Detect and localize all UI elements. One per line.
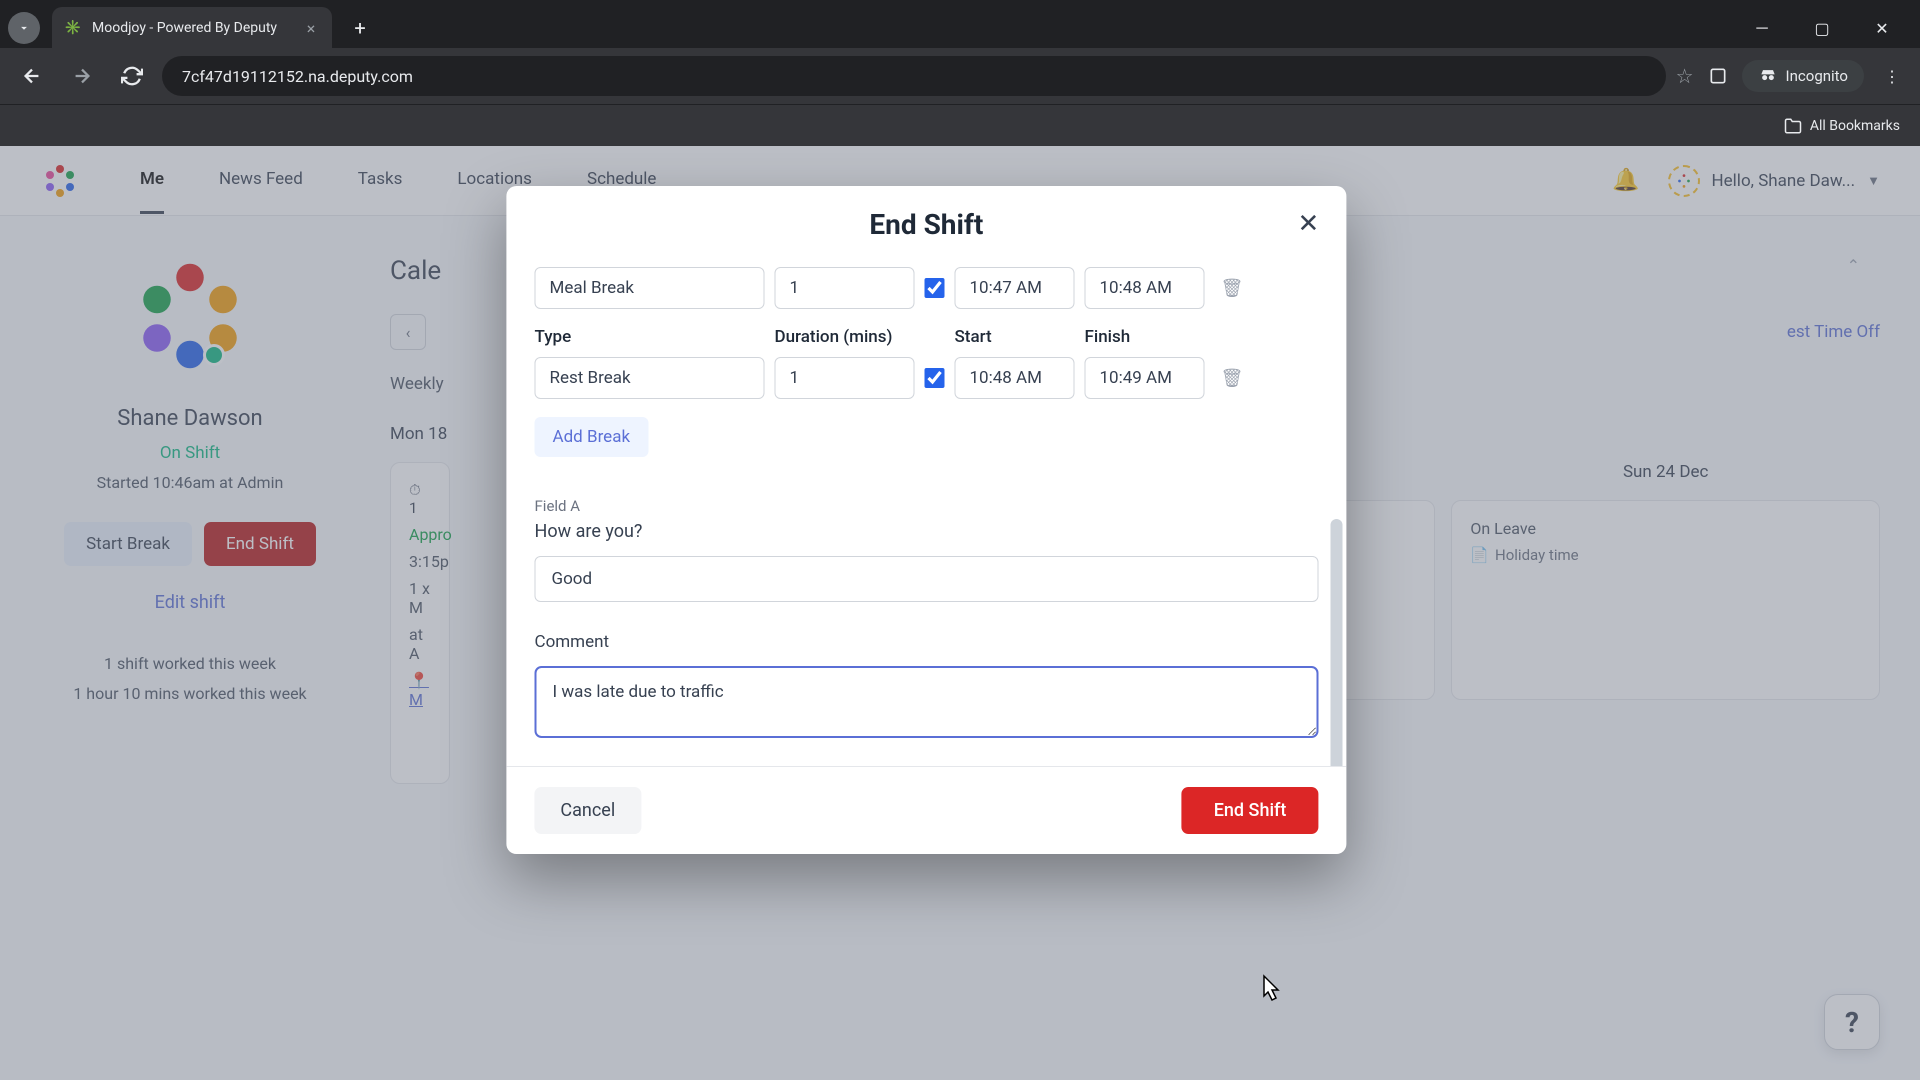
all-bookmarks-button[interactable]: All Bookmarks	[1784, 117, 1900, 135]
folder-icon	[1784, 117, 1802, 135]
reload-button[interactable]	[112, 56, 152, 96]
browser-tab[interactable]: ✳️ Moodjoy - Powered By Deputy ×	[52, 7, 332, 49]
comment-textarea[interactable]	[534, 666, 1318, 738]
break2-checkbox[interactable]	[924, 368, 944, 388]
break1-delete-icon[interactable]: 🗑	[1214, 278, 1249, 299]
break1-duration-input[interactable]	[774, 267, 914, 309]
url-text: 7cf47d19112152.na.deputy.com	[182, 67, 413, 86]
header-duration: Duration (mins)	[774, 327, 944, 347]
tab-close-icon[interactable]: ×	[302, 19, 320, 37]
end-shift-modal: End Shift ✕ 🗑 Type Duration (mins) Start…	[506, 186, 1346, 854]
incognito-label: Incognito	[1786, 67, 1848, 85]
end-shift-confirm-button[interactable]: End Shift	[1182, 787, 1319, 834]
tab-title: Moodjoy - Powered By Deputy	[92, 20, 292, 36]
break1-start-input[interactable]	[954, 267, 1074, 309]
new-tab-button[interactable]: +	[344, 12, 376, 44]
tab-favicon: ✳️	[64, 19, 82, 37]
add-break-button[interactable]: Add Break	[534, 417, 648, 457]
field-a-label: Field A	[534, 497, 1318, 515]
break2-duration-input[interactable]	[774, 357, 914, 399]
window-close[interactable]: ✕	[1852, 8, 1912, 48]
break2-start-input[interactable]	[954, 357, 1074, 399]
break1-checkbox[interactable]	[924, 278, 944, 298]
header-finish: Finish	[1084, 327, 1204, 347]
header-type: Type	[534, 327, 764, 347]
cancel-button[interactable]: Cancel	[534, 787, 641, 834]
modal-close-button[interactable]: ✕	[1292, 208, 1324, 240]
field-a-input[interactable]	[534, 556, 1318, 602]
modal-scrollbar[interactable]	[1330, 519, 1342, 766]
incognito-icon	[1758, 66, 1778, 86]
forward-button[interactable]	[62, 56, 102, 96]
window-minimize[interactable]: ─	[1732, 8, 1792, 48]
break1-type-input[interactable]	[534, 267, 764, 309]
incognito-badge: Incognito	[1742, 60, 1864, 92]
url-bar[interactable]: 7cf47d19112152.na.deputy.com	[162, 56, 1666, 96]
comment-label: Comment	[534, 632, 1318, 652]
tab-search-button[interactable]	[8, 12, 40, 44]
break2-type-input[interactable]	[534, 357, 764, 399]
break2-delete-icon[interactable]: 🗑	[1214, 368, 1249, 389]
break1-finish-input[interactable]	[1084, 267, 1204, 309]
bookmark-star-icon[interactable]: ☆	[1676, 64, 1694, 88]
header-start: Start	[954, 327, 1074, 347]
browser-menu-button[interactable]: ⋮	[1876, 67, 1908, 86]
window-maximize[interactable]: ▢	[1792, 8, 1852, 48]
break2-finish-input[interactable]	[1084, 357, 1204, 399]
field-a-question: How are you?	[534, 521, 1318, 542]
bookmarks-label-text: All Bookmarks	[1810, 118, 1900, 134]
modal-title: End Shift	[534, 208, 1318, 241]
extensions-icon[interactable]	[1706, 64, 1730, 88]
back-button[interactable]	[12, 56, 52, 96]
